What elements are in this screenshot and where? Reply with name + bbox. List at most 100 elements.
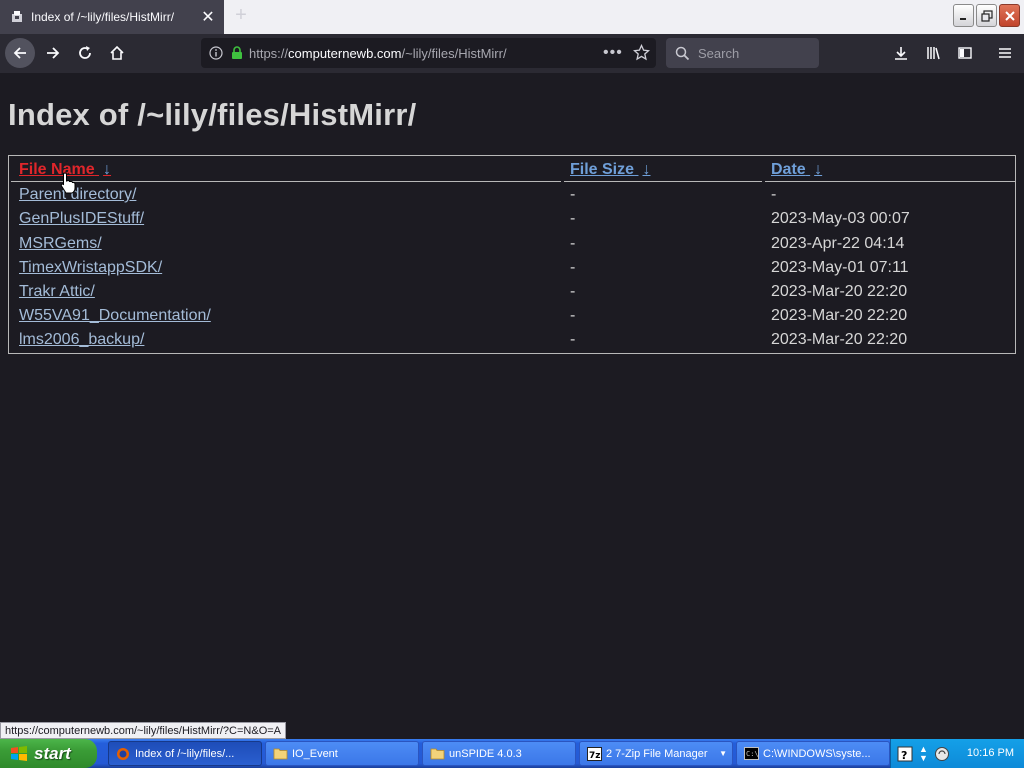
system-tray: ? ▲ ▼ 10:16 PM <box>890 739 1024 768</box>
tray-arrows-icon[interactable]: ▲ ▼ <box>919 744 928 763</box>
file-size: - <box>570 283 576 300</box>
sidebar-button[interactable] <box>950 38 980 68</box>
table-row: TimexWristappSDK/ - 2023-May-01 07:11 <box>9 259 1015 283</box>
bookmark-star-icon[interactable] <box>633 44 650 61</box>
svg-text:?: ? <box>901 749 907 762</box>
taskbar-item-label: C:\WINDOWS\syste... <box>763 747 871 760</box>
info-icon[interactable] <box>209 46 223 60</box>
lock-icon[interactable] <box>231 46 243 60</box>
file-link[interactable]: TimexWristappSDK/ <box>19 259 162 277</box>
taskbar-item-cmd[interactable]: C:\ C:\WINDOWS\syste... <box>736 741 890 766</box>
file-size: - <box>570 210 576 227</box>
hand-cursor-icon <box>60 172 76 194</box>
taskbar-item-label: 2 7-Zip File Manager <box>606 747 708 760</box>
file-listing-table: File Name ↓ File Size ↓ Date ↓ Parent di… <box>8 155 1016 354</box>
header-date[interactable]: Date ↓ <box>771 161 822 181</box>
menu-button[interactable] <box>990 38 1020 68</box>
file-link[interactable]: lms2006_backup/ <box>19 331 144 349</box>
volume-icon[interactable] <box>934 746 950 762</box>
file-link[interactable]: Trakr Attic/ <box>19 283 95 301</box>
file-date: 2023-May-03 00:07 <box>771 210 910 227</box>
back-arrow-icon <box>13 47 26 59</box>
svg-text:7z: 7z <box>589 751 601 761</box>
taskbar-item-label: IO_Event <box>292 747 338 760</box>
page-actions-icon[interactable]: ••• <box>603 44 623 62</box>
cmd-icon: C:\ <box>743 746 759 762</box>
url-prefix: https:// <box>249 45 289 61</box>
file-link[interactable]: Parent directory/ <box>19 186 136 204</box>
navigation-toolbar: https://computernewb.com/~lily/files/His… <box>0 34 1024 73</box>
reload-icon <box>79 46 91 59</box>
taskbar: start Index of /~lily/files/... IO_Event… <box>0 739 1024 768</box>
library-icon <box>927 47 940 60</box>
tab-active[interactable]: Index of /~lily/files/HistMirr/ ✕ <box>0 0 224 34</box>
forward-arrow-icon <box>47 47 60 59</box>
group-dropdown-icon[interactable]: ▼ <box>719 749 727 758</box>
file-date: 2023-Mar-20 22:20 <box>771 283 908 300</box>
taskbar-item-io-event[interactable]: IO_Event <box>265 741 419 766</box>
hamburger-menu-icon <box>999 48 1011 58</box>
file-date: - <box>771 186 777 203</box>
header-divider <box>11 181 561 182</box>
file-link[interactable]: GenPlusIDEStuff/ <box>19 210 144 228</box>
svg-text:C:\: C:\ <box>746 750 759 758</box>
file-size: - <box>570 186 576 203</box>
taskbar-item-7zip[interactable]: 7z 2 7-Zip File Manager ▼ <box>579 741 733 766</box>
download-icon <box>895 47 907 60</box>
file-date: 2023-Apr-22 04:14 <box>771 235 905 252</box>
back-button[interactable] <box>5 38 35 68</box>
file-size: - <box>570 331 576 348</box>
file-link[interactable]: MSRGems/ <box>19 235 102 253</box>
header-divider <box>765 181 1015 182</box>
url-bar[interactable]: https://computernewb.com/~lily/files/His… <box>201 38 656 68</box>
header-file-size[interactable]: File Size ↓ <box>570 161 650 181</box>
close-window-button[interactable] <box>999 4 1020 27</box>
clock: 10:16 PM <box>966 747 1014 759</box>
file-date: 2023-Mar-20 22:20 <box>771 307 908 324</box>
home-button[interactable] <box>102 38 132 68</box>
library-button[interactable] <box>918 38 948 68</box>
header-divider <box>564 181 762 182</box>
file-size: - <box>570 307 576 324</box>
url-path: /~lily/files/HistMirr/ <box>401 45 507 61</box>
tab-close-icon[interactable]: ✕ <box>198 7 218 27</box>
header-date-label: Date <box>771 161 806 178</box>
header-file-name-label: File Name <box>19 161 95 178</box>
file-size: - <box>570 235 576 252</box>
taskbar-item-label: Index of /~lily/files/... <box>135 747 235 760</box>
firefox-icon <box>115 746 131 762</box>
taskbar-item-label: unSPIDE 4.0.3 <box>449 747 522 760</box>
forward-button[interactable] <box>38 38 68 68</box>
table-row: Trakr Attic/ - 2023-Mar-20 22:20 <box>9 283 1015 307</box>
table-row: W55VA91_Documentation/ - 2023-Mar-20 22:… <box>9 307 1015 331</box>
sort-arrow-icon: ↓ <box>642 161 651 178</box>
url-text: https://computernewb.com/~lily/files/His… <box>249 46 507 61</box>
file-link[interactable]: W55VA91_Documentation/ <box>19 307 211 325</box>
restore-button[interactable] <box>976 4 997 27</box>
link-status-overlay: https://computernewb.com/~lily/files/His… <box>0 722 287 739</box>
minimize-button[interactable] <box>953 4 974 27</box>
start-label: start <box>34 743 71 763</box>
taskbar-item-browser[interactable]: Index of /~lily/files/... <box>108 741 262 766</box>
taskbar-item-unspide[interactable]: unSPIDE 4.0.3 <box>422 741 576 766</box>
search-placeholder: Search <box>698 45 740 61</box>
sort-arrow-icon: ↓ <box>103 161 112 178</box>
7zip-icon: 7z <box>586 746 602 762</box>
sort-arrow-icon: ↓ <box>814 161 823 178</box>
sidebar-icon <box>958 47 972 59</box>
new-tab-icon[interactable]: + <box>230 5 252 27</box>
page-content: Index of /~lily/files/HistMirr/ File Nam… <box>0 73 1024 739</box>
file-date: 2023-Mar-20 22:20 <box>771 331 908 348</box>
start-button[interactable]: start <box>0 739 97 768</box>
tab-title: Index of /~lily/files/HistMirr/ <box>31 10 175 24</box>
window-controls <box>953 4 1020 27</box>
search-input[interactable]: Search <box>666 38 819 68</box>
reload-button[interactable] <box>70 38 100 68</box>
url-domain: computernewb.com <box>288 45 402 61</box>
home-icon <box>110 45 124 60</box>
windows-logo-icon <box>10 745 28 763</box>
file-date: 2023-May-01 07:11 <box>771 259 909 276</box>
table-row: Parent directory/ - - <box>9 186 1015 210</box>
downloads-button[interactable] <box>886 38 916 68</box>
help-icon[interactable]: ? <box>897 746 913 762</box>
